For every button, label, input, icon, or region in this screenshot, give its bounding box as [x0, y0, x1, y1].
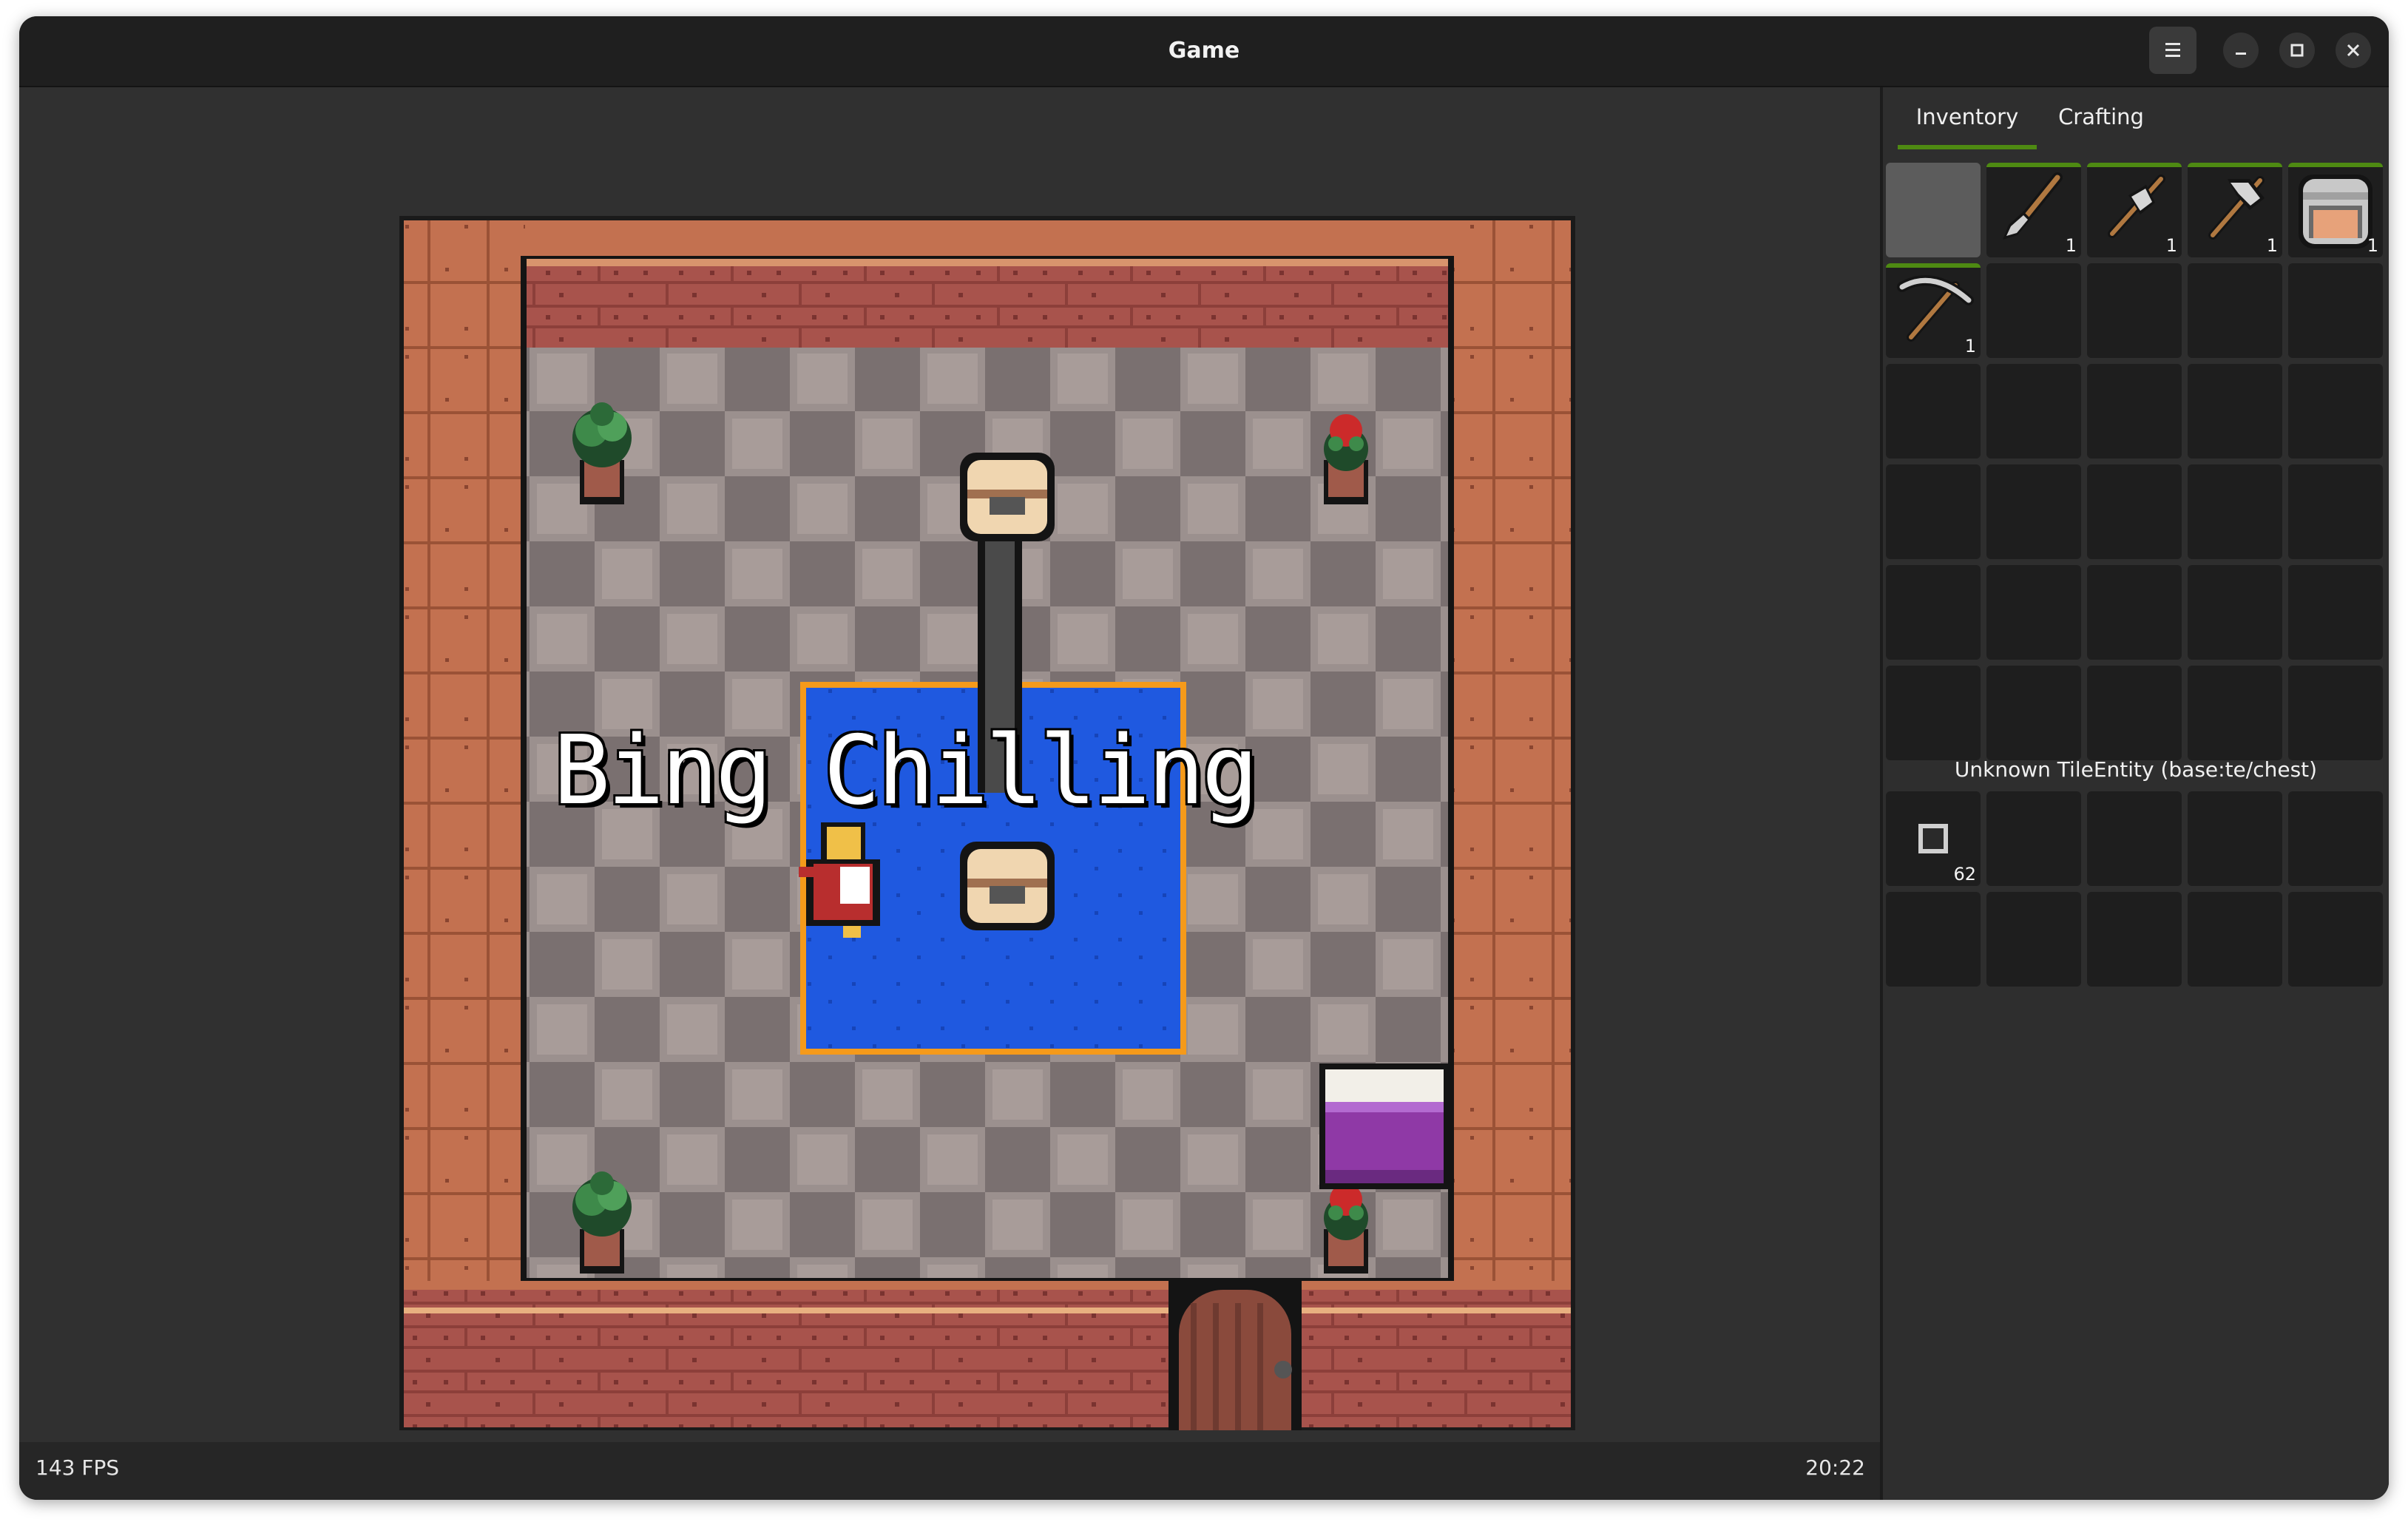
overlay-text: Bing Chilling [553, 716, 1259, 826]
inventory-slot[interactable] [2188, 364, 2282, 459]
inventory-slot[interactable] [1886, 666, 1981, 760]
inventory-slot[interactable] [2087, 364, 2182, 459]
window-title: Game [1168, 38, 1240, 64]
inventory-slot[interactable] [1986, 464, 2081, 559]
chest-center [960, 842, 1055, 930]
item-count: 1 [2266, 235, 2278, 256]
inventory-slot[interactable] [1986, 791, 2081, 886]
inventory-slot[interactable] [1986, 892, 2081, 987]
inventory-slot[interactable] [2188, 666, 2282, 760]
game-clock: 20:22 [1805, 1455, 1865, 1480]
inventory-slot[interactable] [2188, 565, 2282, 660]
slot-shovel[interactable]: 1 [1986, 163, 2081, 257]
inventory-slot[interactable] [2188, 892, 2282, 987]
plant-green-bottom [572, 1171, 632, 1274]
wall-top [525, 220, 1450, 257]
inventory-slot[interactable] [1886, 565, 1981, 660]
title-bar: Game [19, 16, 2389, 87]
inventory-slot[interactable] [2188, 791, 2282, 886]
wall-left [404, 220, 525, 1427]
item-count: 1 [2165, 235, 2177, 256]
fps-counter: 143 FPS [35, 1455, 120, 1480]
inventory-slot[interactable] [1886, 892, 1981, 987]
inventory-slot[interactable] [2288, 666, 2383, 760]
wall-right [1450, 220, 1571, 1427]
item-count: 1 [2065, 235, 2077, 256]
inventory-slot[interactable] [2288, 464, 2383, 559]
close-icon [2347, 44, 2360, 57]
inventory-slot[interactable] [2087, 464, 2182, 559]
brick-wall-top [527, 259, 1448, 348]
slot-hammer[interactable]: 1 [2188, 163, 2282, 257]
inventory-slot[interactable] [1886, 464, 1981, 559]
game-viewport[interactable]: Bing Chilling [19, 87, 1880, 1442]
item-count: 62 [1953, 864, 1976, 885]
maximize-icon [2290, 44, 2304, 57]
inventory-panel: Inventory Crafting 1 1 1 1 1 Unknown TileEnt… [1883, 87, 2389, 1500]
inventory-slot[interactable] [2188, 464, 2282, 559]
inventory-slot[interactable] [1986, 364, 2081, 459]
item-count: 1 [1964, 336, 1976, 356]
inventory-slot[interactable] [2087, 565, 2182, 660]
minimize-icon [2236, 53, 2246, 55]
chest-title: Unknown TileEntity (base:te/chest) [1954, 757, 2318, 782]
chest-top [960, 453, 1055, 541]
inventory-slot[interactable] [1886, 163, 1981, 257]
inventory-slot[interactable] [2288, 263, 2383, 358]
inventory-slot[interactable] [2087, 892, 2182, 987]
tab-inventory[interactable]: Inventory [1898, 87, 2037, 149]
inventory-slot[interactable] [2087, 791, 2182, 886]
bed [1319, 1063, 1450, 1189]
maximize-button[interactable] [2279, 33, 2315, 68]
inventory-slot[interactable] [1986, 263, 2081, 358]
inventory-slot[interactable] [1986, 565, 2081, 660]
plant-red-bottom [1324, 1183, 1368, 1274]
slot-furnace[interactable]: 1 [2288, 163, 2383, 257]
game-window: Game Bing Chilling 143 FPS 20:22 Invento… [19, 16, 2389, 1500]
inventory-slot[interactable] [1886, 364, 1981, 459]
slot-axe[interactable]: 1 [2087, 163, 2182, 257]
brick-wall-bottom [404, 1281, 1571, 1427]
inventory-slot[interactable] [2288, 892, 2383, 987]
plant-red-top [1324, 414, 1368, 504]
item-count: 1 [2367, 235, 2378, 256]
minimize-button[interactable] [2223, 33, 2259, 68]
tab-crafting[interactable]: Crafting [2046, 87, 2157, 146]
inventory-slot[interactable] [1986, 666, 2081, 760]
plant-green-top [572, 402, 632, 504]
slot-pickaxe[interactable]: 1 [1886, 263, 1981, 358]
inventory-slot[interactable] [2188, 263, 2282, 358]
inventory-slot[interactable] [2087, 263, 2182, 358]
inventory-slot[interactable] [2288, 565, 2383, 660]
inventory-slot[interactable] [2087, 666, 2182, 760]
status-bar: 143 FPS 20:22 [19, 1442, 1880, 1500]
close-button[interactable] [2336, 33, 2371, 68]
inventory-slot[interactable] [2288, 364, 2383, 459]
inventory-slot[interactable] [2288, 791, 2383, 886]
slot-dark-block[interactable]: 62 [1886, 791, 1981, 886]
hamburger-menu-icon[interactable] [2149, 27, 2196, 74]
